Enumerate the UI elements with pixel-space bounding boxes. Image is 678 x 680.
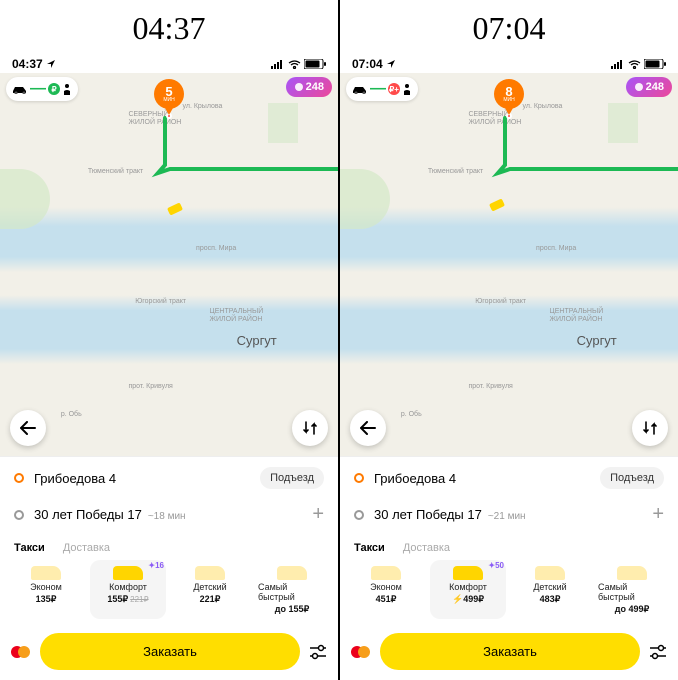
ruble-icon: ₽ <box>48 83 60 95</box>
route-options-button[interactable] <box>292 410 328 446</box>
dest-marker-icon <box>354 510 364 520</box>
arrow-left-icon <box>360 421 376 435</box>
bottom-sheet: Грибоедова 4 Подъезд 30 лет Победы 17 ~2… <box>340 456 678 680</box>
order-button[interactable]: Заказать <box>380 633 640 670</box>
tab-taxi[interactable]: Такси <box>14 542 45 554</box>
fare-list: Эконом 135₽ ✦16 Комфорт 155₽221₽ Детский… <box>0 556 338 627</box>
car-icon <box>12 84 28 94</box>
payment-card-icon[interactable] <box>10 645 32 659</box>
order-button[interactable]: Заказать <box>40 633 300 670</box>
status-bar: 07:04 <box>340 53 678 73</box>
comparison-time-right: 07:04 <box>340 0 678 53</box>
tab-taxi[interactable]: Такси <box>354 542 385 554</box>
fare-list: Эконом 451₽ ✦50 Комфорт ⚡499₽ Детский 48… <box>340 556 678 627</box>
route-swap-icon <box>302 420 318 436</box>
entrance-button[interactable]: Подъезд <box>260 467 324 489</box>
fare-comfort[interactable]: ✦50 Комфорт ⚡499₽ <box>430 560 506 619</box>
fare-points-badge: ✦50 <box>488 561 504 570</box>
pickup-address: Грибоедова 4 <box>374 471 456 486</box>
fare-economy[interactable]: Эконом 451₽ <box>348 560 424 619</box>
statusbar-time: 04:37 <box>12 57 43 71</box>
svg-text:₽+: ₽+ <box>389 85 399 94</box>
fare-kids[interactable]: Детский 483₽ <box>512 560 588 619</box>
person-icon <box>402 83 412 95</box>
fare-car-icon <box>535 566 565 580</box>
pickup-address: Грибоедова 4 <box>34 471 116 486</box>
fare-fastest[interactable]: Самый быстрый до 155₽ <box>254 560 330 619</box>
dest-address: 30 лет Победы 17 <box>374 507 482 522</box>
fare-kids[interactable]: Детский 221₽ <box>172 560 248 619</box>
add-stop-button[interactable]: + <box>652 503 664 526</box>
fare-economy[interactable]: Эконом 135₽ <box>8 560 84 619</box>
bottom-sheet: Грибоедова 4 Подъезд 30 лет Победы 17 ~1… <box>0 456 338 680</box>
tab-delivery[interactable]: Доставка <box>63 542 110 554</box>
route-line <box>340 73 678 456</box>
signal-icon <box>271 60 285 69</box>
pickup-row[interactable]: Грибоедова 4 Подъезд <box>0 457 338 499</box>
fare-car-icon <box>195 566 225 580</box>
car-icon <box>352 84 368 94</box>
dest-marker-icon <box>14 510 24 520</box>
fare-car-icon <box>31 566 61 580</box>
svg-text:₽: ₽ <box>51 85 56 94</box>
destination-row[interactable]: 30 лет Победы 17 ~21 мин + <box>340 499 678 536</box>
route-swap-icon <box>642 420 658 436</box>
fare-car-icon <box>113 566 143 580</box>
add-stop-button[interactable]: + <box>312 503 324 526</box>
points-icon <box>294 82 304 92</box>
fare-car-icon <box>617 566 647 580</box>
comparison-time-left: 04:37 <box>0 0 338 53</box>
trip-duration: ~18 мин <box>148 511 186 522</box>
filter-icon[interactable] <box>308 644 328 660</box>
battery-icon <box>644 59 666 69</box>
fare-fastest[interactable]: Самый быстрый до 499₽ <box>594 560 670 619</box>
trip-duration: ~21 мин <box>488 511 526 522</box>
fare-points-badge: ✦16 <box>148 561 164 570</box>
map[interactable]: СЕВЕРНЫЙ ЖИЛОЙ РАЙОН ул. Крылова Тюменск… <box>340 73 678 456</box>
route-line <box>0 73 338 456</box>
entrance-button[interactable]: Подъезд <box>600 467 664 489</box>
signal-icon <box>611 60 625 69</box>
fare-car-icon <box>277 566 307 580</box>
destination-row[interactable]: 30 лет Победы 17 ~18 мин + <box>0 499 338 536</box>
ruble-surge-icon: ₽+ <box>388 83 400 95</box>
back-button[interactable] <box>350 410 386 446</box>
fare-car-icon <box>453 566 483 580</box>
person-icon <box>62 83 72 95</box>
wifi-icon <box>288 60 301 69</box>
service-tabs: Такси Доставка <box>0 536 338 556</box>
points-badge[interactable]: 248 <box>286 77 332 97</box>
location-arrow-icon <box>46 59 56 69</box>
filter-icon[interactable] <box>648 644 668 660</box>
pickup-marker-icon <box>14 473 24 483</box>
tab-delivery[interactable]: Доставка <box>403 542 450 554</box>
pickup-marker-icon <box>354 473 364 483</box>
service-tabs: Такси Доставка <box>340 536 678 556</box>
points-icon <box>634 82 644 92</box>
wifi-icon <box>628 60 641 69</box>
taxi-status-widget[interactable]: — ₽ <box>6 77 78 101</box>
back-button[interactable] <box>10 410 46 446</box>
fare-car-icon <box>371 566 401 580</box>
arrow-left-icon <box>20 421 36 435</box>
battery-icon <box>304 59 326 69</box>
route-options-button[interactable] <box>632 410 668 446</box>
location-arrow-icon <box>386 59 396 69</box>
map[interactable]: СЕВЕРНЫЙ ЖИЛОЙ РАЙОН ул. Крылова Тюменск… <box>0 73 338 456</box>
dest-address: 30 лет Победы 17 <box>34 507 142 522</box>
pickup-row[interactable]: Грибоедова 4 Подъезд <box>340 457 678 499</box>
points-badge[interactable]: 248 <box>626 77 672 97</box>
surge-icon: ⚡ <box>452 594 463 604</box>
payment-card-icon[interactable] <box>350 645 372 659</box>
status-bar: 04:37 <box>0 53 338 73</box>
statusbar-time: 07:04 <box>352 57 383 71</box>
taxi-status-widget[interactable]: — ₽+ <box>346 77 418 101</box>
fare-comfort[interactable]: ✦16 Комфорт 155₽221₽ <box>90 560 166 619</box>
